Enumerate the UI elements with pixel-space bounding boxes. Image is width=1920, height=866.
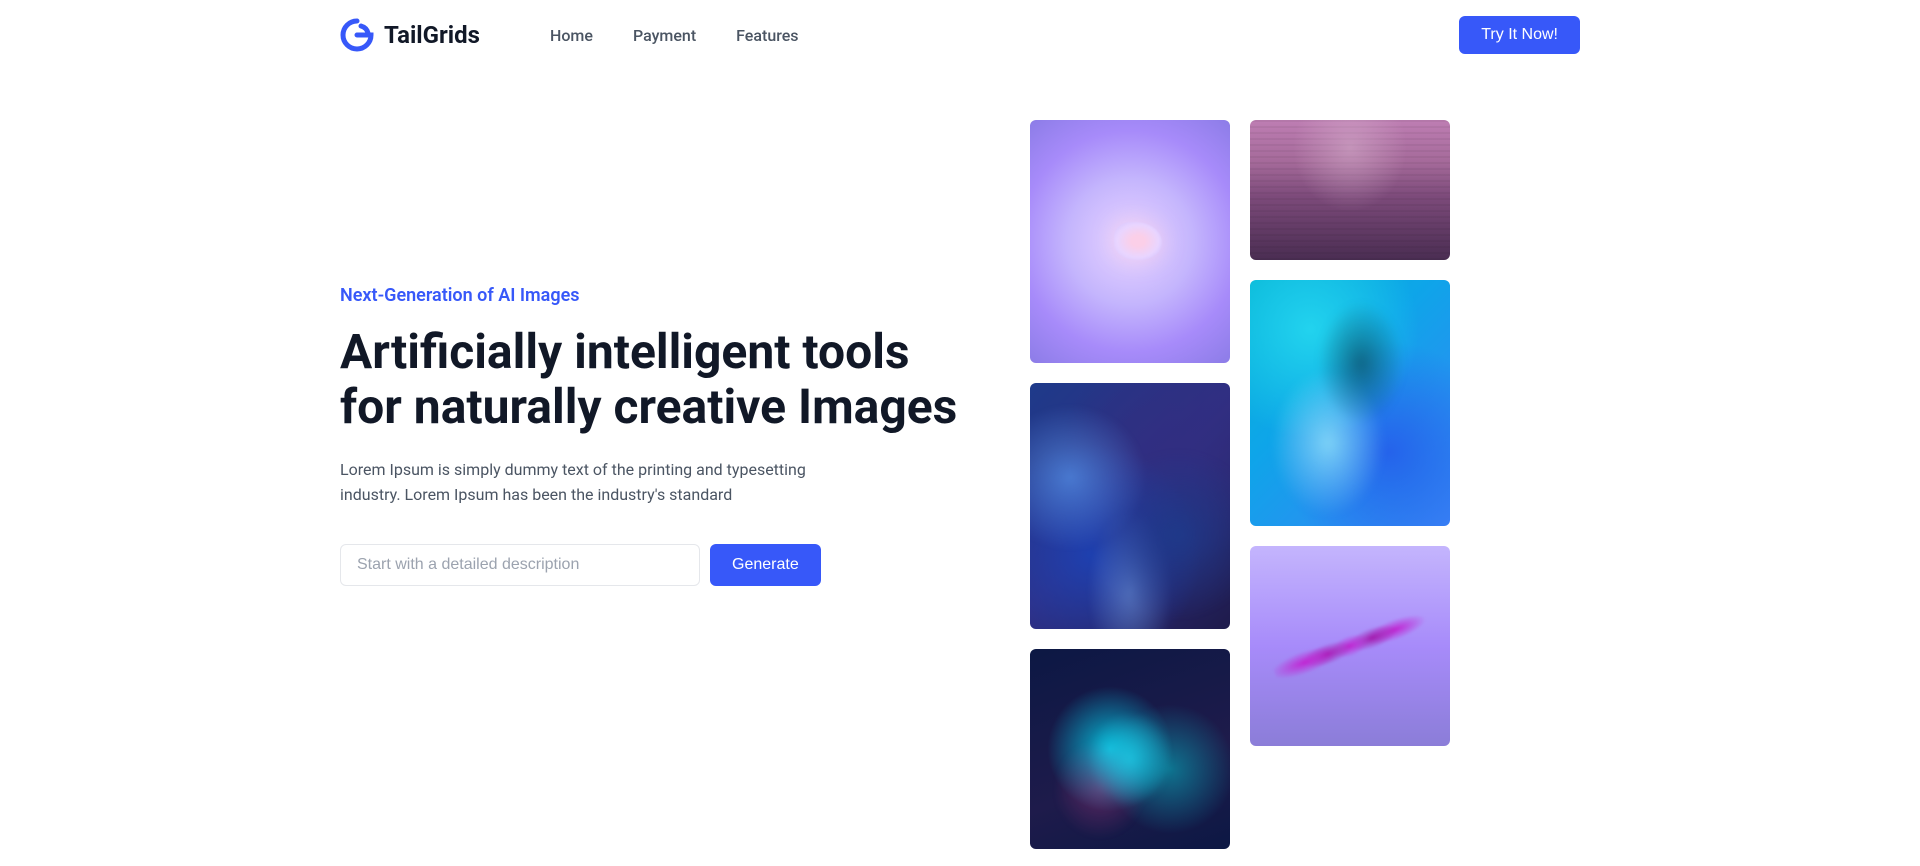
site-header: TailGrids Home Payment Features Try It N… [340, 0, 1580, 70]
gallery-image-brain [1030, 120, 1230, 363]
nav-link-payment[interactable]: Payment [633, 26, 696, 45]
nav-link-features[interactable]: Features [736, 26, 798, 45]
hero-content: Next-Generation of AI Images Artificiall… [340, 120, 980, 849]
nav-link-home[interactable]: Home [550, 26, 593, 45]
brand-logo[interactable]: TailGrids [340, 18, 480, 52]
gallery-image-volcano [1250, 120, 1450, 260]
gallery-image-cyan-wave [1250, 280, 1450, 526]
gallery-image-spiral [1250, 546, 1450, 746]
hero-eyebrow: Next-Generation of AI Images [340, 285, 980, 306]
hero-headline: Artificially intelligent tools for natur… [340, 324, 980, 434]
try-it-now-button[interactable]: Try It Now! [1459, 16, 1580, 54]
gallery-column-1 [1030, 120, 1230, 849]
gallery-column-2 [1250, 120, 1450, 849]
logo-icon [340, 18, 374, 52]
gallery-image-oil-slick [1030, 649, 1230, 849]
gallery-image-liquid-metal [1030, 383, 1230, 629]
generate-button[interactable]: Generate [710, 544, 821, 586]
prompt-input[interactable] [340, 544, 700, 586]
primary-nav: Home Payment Features [550, 26, 799, 45]
hero-section: Next-Generation of AI Images Artificiall… [340, 70, 1580, 849]
image-gallery [1030, 120, 1450, 849]
prompt-form: Generate [340, 544, 980, 586]
hero-description: Lorem Ipsum is simply dummy text of the … [340, 458, 820, 508]
brand-name: TailGrids [384, 21, 480, 49]
